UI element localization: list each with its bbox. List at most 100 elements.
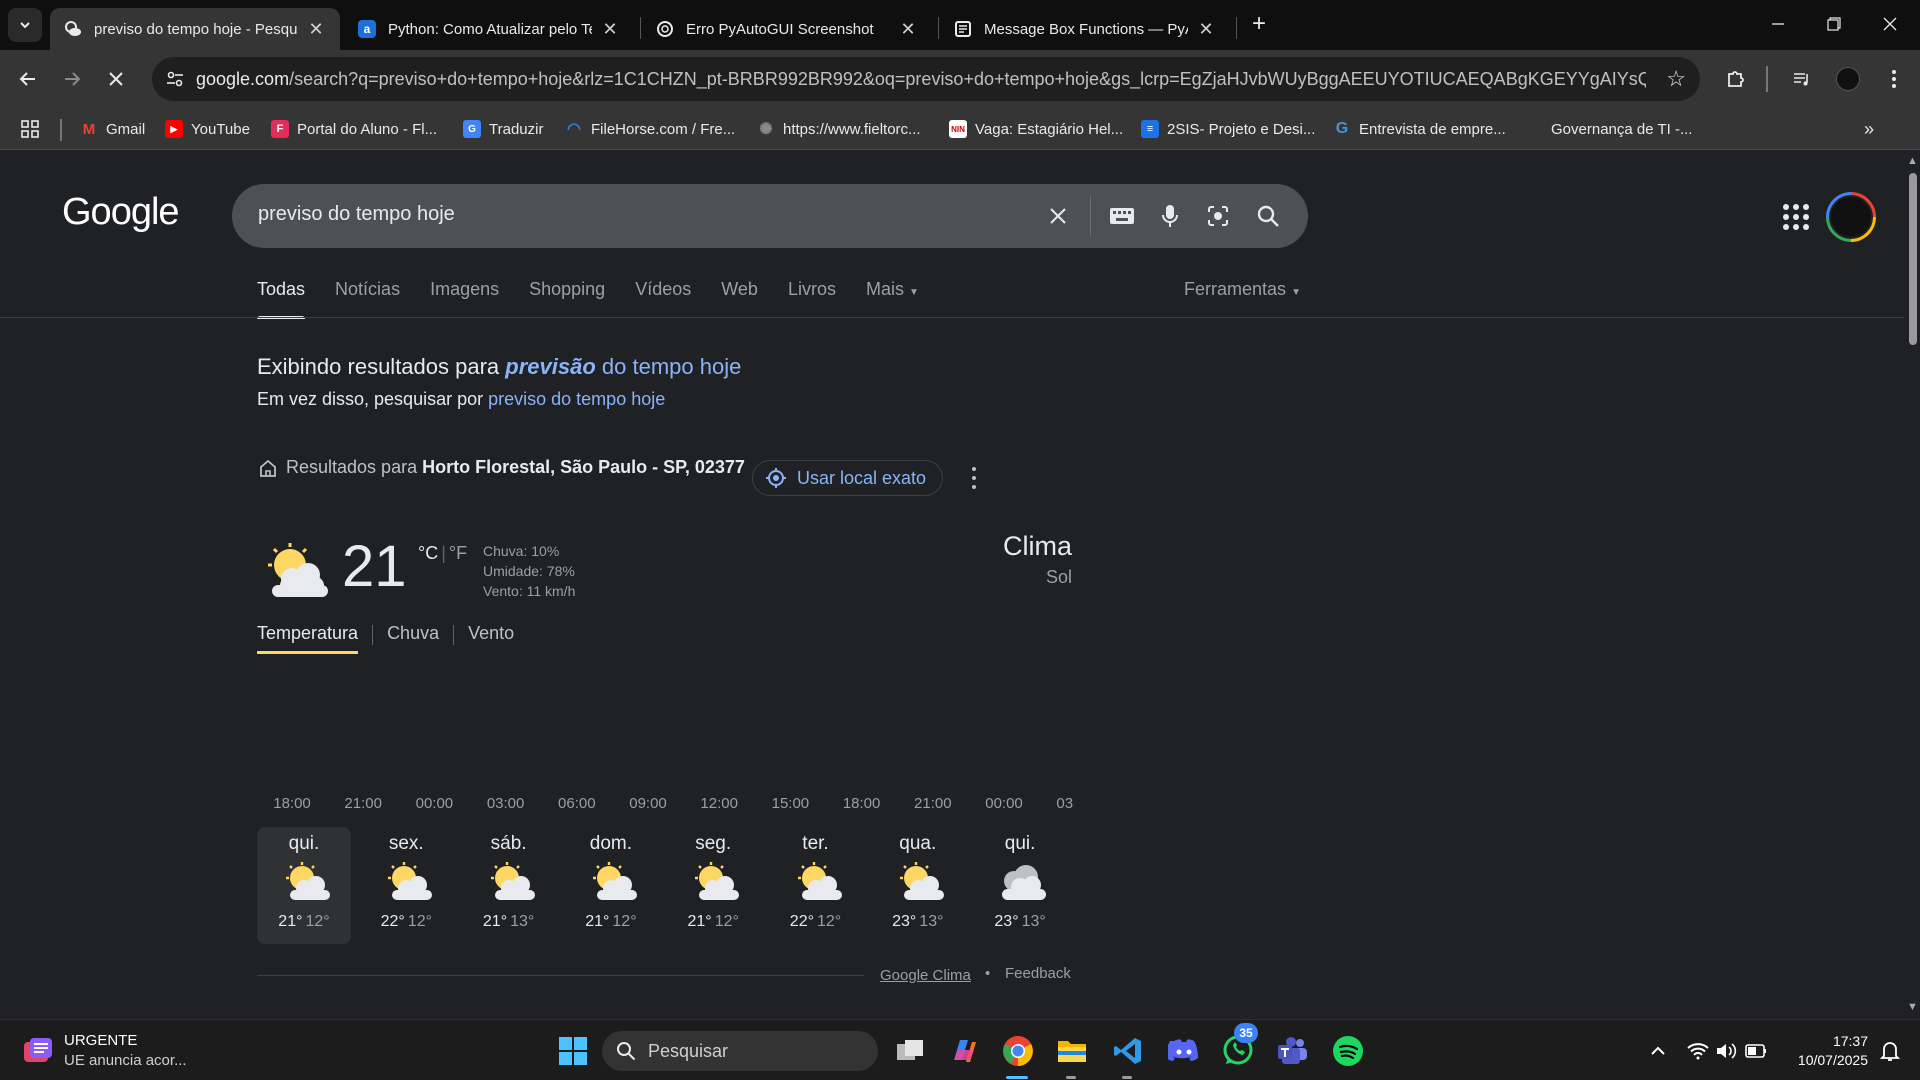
location-options-button[interactable] (968, 465, 980, 491)
scroll-up-icon[interactable]: ▲ (1907, 155, 1918, 167)
bookmark-filehorse[interactable]: ◠ FileHorse.com / Fre... (565, 117, 735, 141)
close-tab-icon[interactable]: ✕ (898, 19, 918, 40)
search-input[interactable]: previso do tempo hoje (258, 203, 455, 226)
close-tab-icon[interactable]: ✕ (600, 19, 620, 40)
address-bar[interactable]: google.com/search?q=previso+do+tempo+hoj… (152, 57, 1700, 101)
chrome-menu-button[interactable] (1878, 63, 1910, 95)
search-button[interactable] (1252, 200, 1284, 232)
bookmark-entrevista[interactable]: G Entrevista de empre... (1333, 117, 1506, 141)
scroll-down-icon[interactable]: ▼ (1907, 1001, 1918, 1013)
close-tab-icon[interactable]: ✕ (306, 19, 326, 40)
bookmark-fieltorc[interactable]: ✺ https://www.fieltorc... (757, 117, 920, 141)
restore-button[interactable] (1806, 0, 1862, 48)
forward-button[interactable] (56, 63, 88, 95)
close-window-button[interactable] (1862, 0, 1918, 48)
keyboard-button[interactable] (1106, 200, 1138, 232)
show-hidden-icons-button[interactable] (1640, 1033, 1676, 1069)
forecast-day[interactable]: ter. 22° 12° (769, 827, 863, 944)
bookmark-portal-aluno[interactable]: F Portal do Aluno - Fl... (271, 117, 437, 141)
account-avatar[interactable] (1826, 192, 1876, 242)
news-widget-icon[interactable] (20, 1033, 56, 1069)
taskbar-search[interactable]: Pesquisar (602, 1031, 878, 1071)
close-tab-icon[interactable]: ✕ (1196, 19, 1216, 40)
forecast-day[interactable]: seg. 21° 12° (666, 827, 760, 944)
tab-vento[interactable]: Vento (468, 623, 514, 654)
forecast-day[interactable]: qui. 23° 13° (973, 827, 1067, 944)
teams-icon[interactable] (1274, 1033, 1310, 1069)
bookmark-star-icon[interactable]: ☆ (1666, 66, 1686, 92)
file-explorer-icon[interactable] (1054, 1033, 1090, 1069)
scrollbar-thumb[interactable] (1909, 173, 1917, 345)
tab-chuva[interactable]: Chuva (387, 623, 439, 654)
profile-button[interactable] (1832, 63, 1864, 95)
battery-icon[interactable] (1738, 1033, 1774, 1069)
apps-shortcut[interactable] (20, 117, 40, 141)
tab-noticias[interactable]: Notícias (335, 279, 400, 319)
minimize-button[interactable] (1750, 0, 1806, 48)
voice-search-button[interactable] (1154, 200, 1186, 232)
news-summary[interactable]: UE anuncia acor... (64, 1052, 187, 1069)
tab-shopping[interactable]: Shopping (529, 279, 605, 319)
bookmarks-bar: M Gmail ▶ YouTube F Portal do Aluno - Fl...… (0, 108, 1920, 150)
bookmark-governanca[interactable]: Governança de TI -... (1525, 117, 1692, 141)
tab-mais[interactable]: Mais ▼ (866, 279, 919, 319)
original-query-link[interactable]: previso do tempo hoje (488, 389, 665, 409)
new-tab-button[interactable]: + (1245, 10, 1273, 38)
google-apps-icon[interactable] (1782, 203, 1810, 231)
feedback-link[interactable]: Feedback (1005, 965, 1071, 982)
media-controls-button[interactable] (1786, 63, 1818, 95)
bookmark-gmail[interactable]: M Gmail (80, 117, 145, 141)
forecast-day[interactable]: qua. 23° 13° (871, 827, 965, 944)
tab-python[interactable]: a Python: Como Atualizar pelo Te ✕ (344, 8, 634, 50)
corrected-query-link[interactable]: previsão do tempo hoje (505, 354, 741, 379)
forecast-day[interactable]: sex. 22° 12° (359, 827, 453, 944)
bookmark-traduzir[interactable]: G Traduzir (463, 117, 543, 141)
tab-livros[interactable]: Livros (788, 279, 836, 319)
clear-search-button[interactable] (1042, 200, 1074, 232)
search-box[interactable]: previso do tempo hoje (232, 184, 1308, 248)
page-scrollbar[interactable]: ▲ ▼ (1904, 151, 1920, 1019)
news-headline[interactable]: URGENTE (64, 1032, 137, 1049)
tab-pyautogui-error[interactable]: Erro PyAutoGUI Screenshot ✕ (642, 8, 932, 50)
celsius-button[interactable]: °C (418, 543, 438, 563)
lens-search-button[interactable] (1202, 200, 1234, 232)
copilot-icon[interactable] (946, 1033, 982, 1069)
tab-web[interactable]: Web (721, 279, 758, 319)
back-button[interactable] (12, 63, 44, 95)
correction-prefix: Exibindo resultados para (257, 354, 500, 379)
tab-todas[interactable]: Todas (257, 279, 306, 319)
forecast-day[interactable]: qui. 21° 12° (257, 827, 351, 944)
bookmark-2sis[interactable]: ≡ 2SIS- Projeto e Desi... (1141, 117, 1315, 141)
fahrenheit-button[interactable]: °F (449, 543, 467, 563)
system-clock[interactable]: 17:37 10/07/2025 (1780, 1032, 1868, 1070)
google-clima-link[interactable]: Google Clima (880, 967, 971, 984)
site-info-icon[interactable] (162, 66, 188, 92)
bookmark-vaga[interactable]: NIN Vaga: Estagiário Hel... (949, 117, 1123, 141)
start-button[interactable] (555, 1033, 591, 1069)
task-view-icon[interactable] (892, 1033, 928, 1069)
tools-button[interactable]: Ferramentas ▼ (1184, 279, 1301, 300)
vscode-icon[interactable] (1110, 1033, 1146, 1069)
tab-temperatura[interactable]: Temperatura (257, 623, 359, 654)
original-query-suggestion: Em vez disso, pesquisar por previso do t… (257, 389, 665, 410)
use-exact-location-button[interactable]: Usar local exato (752, 460, 944, 496)
url-text[interactable]: google.com/search?q=previso+do+tempo+hoj… (196, 69, 1646, 90)
tab-imagens[interactable]: Imagens (430, 279, 499, 319)
tab-message-box[interactable]: Message Box Functions — PyAu ✕ (940, 8, 1230, 50)
tab-videos[interactable]: Vídeos (635, 279, 691, 319)
forecast-day[interactable]: sáb. 21° 13° (462, 827, 556, 944)
bookmark-youtube[interactable]: ▶ YouTube (165, 117, 250, 141)
discord-icon[interactable] (1166, 1033, 1202, 1069)
extensions-button[interactable] (1720, 63, 1752, 95)
location-place: Horto Florestal, São Paulo - SP, 02377 (422, 457, 745, 477)
low-temp: 12° (612, 913, 637, 930)
forecast-day[interactable]: dom. 21° 12° (564, 827, 658, 944)
notifications-icon[interactable] (1872, 1033, 1908, 1069)
chrome-taskbar-icon[interactable] (1000, 1033, 1036, 1069)
more-bookmarks-button[interactable]: » (1864, 117, 1874, 141)
stop-loading-button[interactable] (100, 63, 132, 95)
tab-google-search[interactable]: previso do tempo hoje - Pesqui ✕ (50, 8, 340, 50)
tab-search-button[interactable] (8, 8, 42, 42)
spotify-icon[interactable] (1330, 1033, 1366, 1069)
google-logo[interactable]: Google (62, 191, 180, 234)
